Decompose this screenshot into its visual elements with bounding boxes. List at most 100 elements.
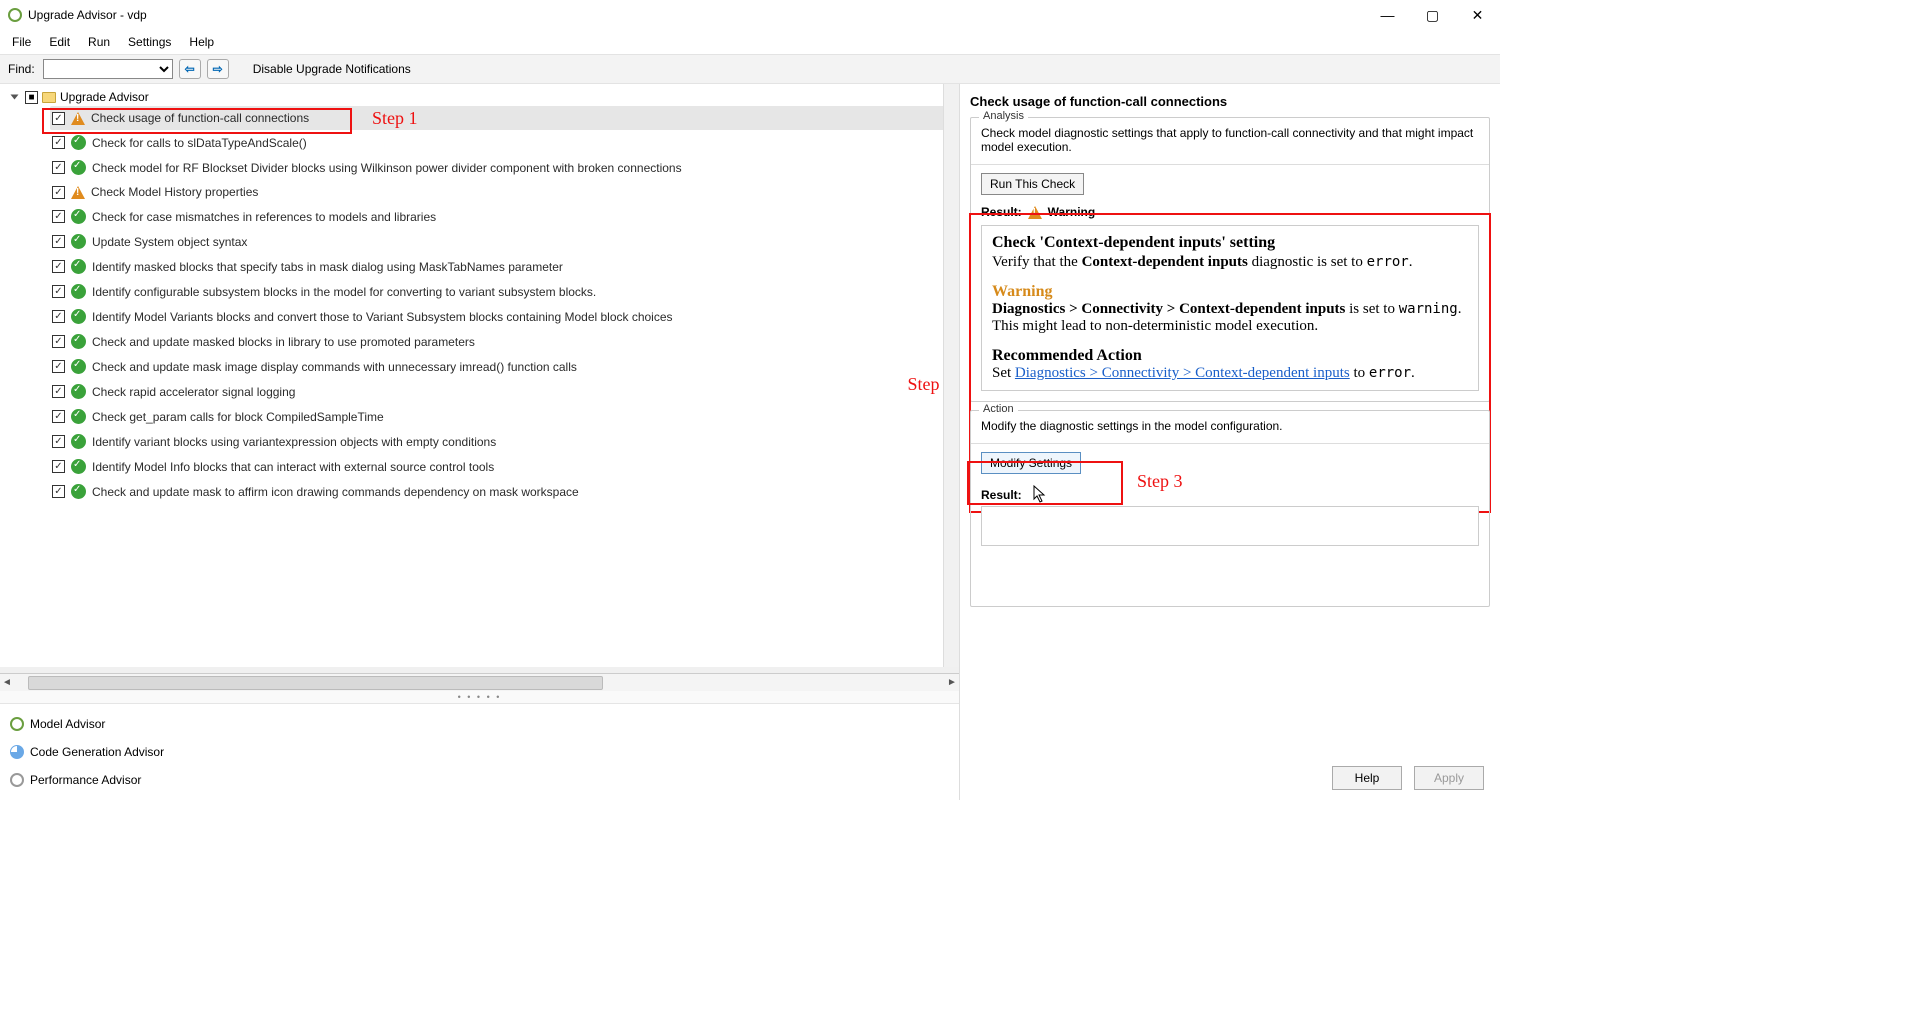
- chevron-down-icon[interactable]: [11, 95, 19, 100]
- splitter-handle[interactable]: • • • • •: [0, 691, 959, 704]
- pass-icon: [71, 259, 86, 274]
- find-prev-button[interactable]: ⇦: [179, 59, 201, 79]
- menu-file[interactable]: File: [12, 35, 31, 49]
- tree-row[interactable]: Check for case mismatches in references …: [50, 204, 959, 229]
- checkbox[interactable]: [52, 210, 65, 223]
- result-p1: Verify that the Context-dependent inputs…: [992, 254, 1468, 271]
- checkbox[interactable]: [52, 460, 65, 473]
- tree-row[interactable]: Check Model History properties: [50, 180, 959, 204]
- menu-run[interactable]: Run: [88, 35, 110, 49]
- tree-label: Check for case mismatches in references …: [92, 210, 436, 224]
- maximize-button[interactable]: ▢: [1410, 0, 1455, 30]
- link-code-gen-advisor[interactable]: Code Generation Advisor: [8, 738, 951, 766]
- find-next-button[interactable]: ⇨: [207, 59, 229, 79]
- tree-row[interactable]: Identify variant blocks using variantexp…: [50, 429, 959, 454]
- tree-row[interactable]: Check get_param calls for block Compiled…: [50, 404, 959, 429]
- checkbox[interactable]: [52, 385, 65, 398]
- menu-settings[interactable]: Settings: [128, 35, 171, 49]
- checkbox[interactable]: [52, 161, 65, 174]
- warning-icon: [71, 112, 85, 125]
- result-heading: Check 'Context-dependent inputs' setting: [992, 234, 1468, 252]
- checkbox[interactable]: [52, 485, 65, 498]
- menubar: File Edit Run Settings Help: [0, 30, 1500, 54]
- check-circle-icon: [10, 717, 24, 731]
- pass-icon: [71, 284, 86, 299]
- tree-row[interactable]: Check model for RF Blockset Divider bloc…: [50, 155, 959, 180]
- window-title: Upgrade Advisor - vdp: [28, 8, 147, 22]
- advisor-links: Model Advisor Code Generation Advisor Pe…: [0, 704, 959, 800]
- tree-label: Identify masked blocks that specify tabs…: [92, 260, 563, 274]
- pass-icon: [71, 459, 86, 474]
- annotation-step3: Step 3: [1137, 471, 1183, 492]
- run-check-button[interactable]: Run This Check: [981, 173, 1084, 195]
- pass-icon: [71, 334, 86, 349]
- tree-items: Check usage of function-call connections…: [6, 106, 959, 504]
- tree-label: Check rapid accelerator signal logging: [92, 385, 295, 399]
- gauge-icon: [10, 773, 24, 787]
- tree-label: Identify Model Info blocks that can inte…: [92, 460, 494, 474]
- checkbox[interactable]: [52, 136, 65, 149]
- root-checkbox[interactable]: ■: [25, 91, 38, 104]
- link-model-advisor[interactable]: Model Advisor: [8, 710, 951, 738]
- warning-icon: [71, 186, 85, 199]
- warning-icon: [1028, 206, 1042, 219]
- checkbox[interactable]: [52, 310, 65, 323]
- tree-row[interactable]: Update System object syntax: [50, 229, 959, 254]
- pass-icon: [71, 160, 86, 175]
- analysis-fieldset: Analysis Check model diagnostic settings…: [970, 117, 1490, 402]
- tree-label: Check Model History properties: [91, 185, 258, 199]
- tree-row[interactable]: Check rapid accelerator signal logging: [50, 379, 959, 404]
- result-status: Warning: [1048, 205, 1096, 219]
- tree-label: Check model for RF Blockset Divider bloc…: [92, 161, 682, 175]
- modify-settings-button[interactable]: Modify Settings: [981, 452, 1081, 474]
- checkbox[interactable]: [52, 186, 65, 199]
- folder-icon: [42, 92, 56, 103]
- tree-row[interactable]: Check and update mask image display comm…: [50, 354, 959, 379]
- tree-label: Identify variant blocks using variantexp…: [92, 435, 496, 449]
- checkbox[interactable]: [52, 260, 65, 273]
- action-result-box: [981, 506, 1479, 546]
- tree-label: Check for calls to slDataTypeAndScale(): [92, 136, 307, 150]
- tree-row[interactable]: Check for calls to slDataTypeAndScale(): [50, 130, 959, 155]
- checkbox[interactable]: [52, 235, 65, 248]
- recommended-heading: Recommended Action: [992, 347, 1468, 365]
- find-label: Find:: [8, 62, 35, 76]
- left-panel: ■ Upgrade Advisor Check usage of functio…: [0, 84, 960, 800]
- tree-row[interactable]: Identify masked blocks that specify tabs…: [50, 254, 959, 279]
- checkbox[interactable]: [52, 112, 65, 125]
- tree-row[interactable]: Check and update masked blocks in librar…: [50, 329, 959, 354]
- find-input[interactable]: [43, 59, 173, 79]
- link-performance-advisor[interactable]: Performance Advisor: [8, 766, 951, 794]
- tree-root[interactable]: ■ Upgrade Advisor: [6, 88, 959, 106]
- menu-help[interactable]: Help: [189, 35, 214, 49]
- disable-notifications-button[interactable]: Disable Upgrade Notifications: [253, 62, 411, 76]
- tree-label: Check get_param calls for block Compiled…: [92, 410, 384, 424]
- tree-row[interactable]: Check usage of function-call connections: [50, 106, 959, 130]
- tree-row[interactable]: Identify Model Variants blocks and conve…: [50, 304, 959, 329]
- tree-label: Identify Model Variants blocks and conve…: [92, 310, 673, 324]
- tree-row[interactable]: Identify Model Info blocks that can inte…: [50, 454, 959, 479]
- tree-scrollbar[interactable]: [943, 84, 959, 667]
- checkbox[interactable]: [52, 285, 65, 298]
- diagnostics-link[interactable]: Diagnostics > Connectivity > Context-dep…: [1015, 365, 1350, 381]
- main: ■ Upgrade Advisor Check usage of functio…: [0, 84, 1500, 800]
- result-p2: Diagnostics > Connectivity > Context-dep…: [992, 301, 1468, 335]
- close-button[interactable]: ✕: [1455, 0, 1500, 30]
- titlebar: Upgrade Advisor - vdp: [0, 0, 1500, 30]
- tree-hscroll[interactable]: ◄►: [0, 673, 959, 691]
- warning-subheading: Warning: [992, 283, 1468, 301]
- checkbox[interactable]: [52, 360, 65, 373]
- minimize-button[interactable]: —: [1365, 0, 1410, 30]
- checkbox[interactable]: [52, 435, 65, 448]
- tree-label: Check and update mask image display comm…: [92, 360, 577, 374]
- menu-edit[interactable]: Edit: [49, 35, 70, 49]
- root-label: Upgrade Advisor: [60, 90, 149, 104]
- checkbox[interactable]: [52, 410, 65, 423]
- tree-label: Update System object syntax: [92, 235, 247, 249]
- help-button[interactable]: Help: [1332, 766, 1402, 790]
- pass-icon: [71, 234, 86, 249]
- tree-row[interactable]: Check and update mask to affirm icon dra…: [50, 479, 959, 504]
- apply-button[interactable]: Apply: [1414, 766, 1484, 790]
- checkbox[interactable]: [52, 335, 65, 348]
- tree-row[interactable]: Identify configurable subsystem blocks i…: [50, 279, 959, 304]
